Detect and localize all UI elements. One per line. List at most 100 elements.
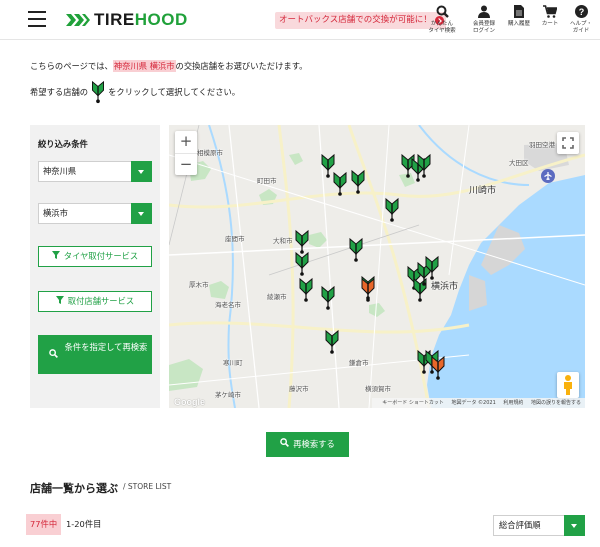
filter-search-button[interactable]: 条件を指定して再検索 <box>38 335 152 374</box>
site-header: TIREHOOD オートバックス店舗での交換が可能に！ かんたん タイヤ検索 会… <box>0 0 600 40</box>
google-logo: Google <box>174 397 205 407</box>
nav-tire-search[interactable]: かんたん タイヤ検索 <box>424 5 460 35</box>
chevron-down-icon[interactable] <box>564 515 585 536</box>
store-marker[interactable] <box>385 197 399 223</box>
nav-label: ログイン <box>472 28 495 34</box>
filter-search-label: 条件を指定して再検索 <box>64 342 148 352</box>
city-select[interactable]: 横浜市 <box>38 203 152 224</box>
map-data-label: 地図データ ©2021 <box>451 400 496 406</box>
intro-text: 希望する店舗の <box>30 87 89 97</box>
result-range: 1-20件目 <box>66 519 102 529</box>
search-icon <box>49 349 58 362</box>
nav-label: タイヤ検索 <box>428 28 456 34</box>
research-label: 再検索する <box>293 439 335 449</box>
nav-account[interactable]: 会員登録 ログイン <box>467 5 501 35</box>
keyboard-shortcuts-link[interactable]: キーボード ショートカット <box>382 400 444 406</box>
help-icon: ? <box>567 5 595 19</box>
map-label: 川崎市 <box>469 186 497 196</box>
nav-label: かんたん <box>430 21 453 27</box>
store-map[interactable]: 相模原市 町田市 座間市 大和市 厚木市 海老名市 綾瀬市 横浜市 川崎市 藤沢… <box>169 125 585 408</box>
zoom-out-button[interactable]: − <box>175 153 197 175</box>
store-marker[interactable] <box>417 153 431 179</box>
store-list-title: 店舗一覧から選ぶ <box>30 482 118 495</box>
report-error-link[interactable]: 地図の誤りを報告する <box>531 400 581 406</box>
store-marker[interactable] <box>325 329 339 355</box>
filter-icon <box>55 292 64 311</box>
intro-line-2: 希望する店舗の をクリックして選択してください。 <box>30 80 240 104</box>
map-label: 大田区 <box>509 159 529 167</box>
zoom-in-button[interactable]: + <box>175 131 197 153</box>
fullscreen-icon <box>562 137 574 149</box>
user-icon <box>467 5 501 19</box>
menu-icon[interactable] <box>28 11 46 27</box>
document-icon <box>505 5 533 19</box>
store-marker[interactable] <box>349 237 363 263</box>
map-label: 横須賀市 <box>365 385 391 393</box>
sort-value: 総合評価順 <box>499 520 541 530</box>
nav-label: カート <box>541 21 559 27</box>
intro-text: こちらのページでは、 <box>30 61 113 71</box>
sort-select[interactable]: 総合評価順 <box>493 515 585 536</box>
search-icon <box>424 5 460 19</box>
selected-area-highlight: 神奈川県 横浜市 <box>112 60 176 72</box>
city-value: 横浜市 <box>43 208 68 218</box>
nav-label: 会員登録 <box>472 21 495 27</box>
intro-text: の交換店舗をお選びいただけます。 <box>175 61 308 71</box>
chevron-down-icon[interactable] <box>131 203 152 224</box>
street-view-pegman-button[interactable] <box>557 372 579 398</box>
map-label: 羽田空港 <box>529 141 555 149</box>
map-label: 綾瀬市 <box>267 293 287 301</box>
nav-history[interactable]: 購入履歴 <box>505 5 533 28</box>
cart-icon <box>537 5 563 19</box>
nav-label: 購入履歴 <box>507 21 530 27</box>
map-label: 藤沢市 <box>289 385 309 393</box>
store-marker[interactable] <box>431 355 445 381</box>
prefecture-select[interactable]: 神奈川県 <box>38 161 152 182</box>
intro-text: をクリックして選択してください。 <box>108 87 241 97</box>
nav-label: ガイド <box>572 28 590 34</box>
store-list-subtitle: / STORE LIST <box>123 482 172 491</box>
airport-icon <box>541 169 555 185</box>
store-marker[interactable] <box>333 171 347 197</box>
filter-panel: 絞り込み条件 神奈川県 横浜市 タイヤ取付サービス 取付店舗サービス 条件を指定… <box>30 125 160 408</box>
map-label: 大和市 <box>273 237 293 245</box>
pegman-icon <box>564 375 572 395</box>
search-icon <box>280 432 290 457</box>
logo-text-hood: HOOD <box>134 10 188 29</box>
map-label: 海老名市 <box>215 301 241 309</box>
store-marker[interactable] <box>425 255 439 281</box>
store-marker-icon <box>91 80 105 104</box>
map-label: 相模原市 <box>197 149 223 157</box>
tire-install-service-filter-button[interactable]: タイヤ取付サービス <box>38 246 152 267</box>
install-store-service-filter-button[interactable]: 取付店舗サービス <box>38 291 152 312</box>
filter-icon <box>51 247 60 266</box>
fullscreen-button[interactable] <box>557 132 579 154</box>
map-label: 町田市 <box>257 177 277 185</box>
store-marker[interactable] <box>299 277 313 303</box>
map-label: 座間市 <box>225 235 245 243</box>
filter-label: 取付店舗サービス <box>67 296 135 306</box>
nav-cart[interactable]: カート <box>537 5 563 28</box>
svg-text:?: ? <box>578 7 584 17</box>
store-marker[interactable] <box>321 285 335 311</box>
terms-link[interactable]: 利用規約 <box>503 400 523 406</box>
promo-banner[interactable]: オートバックス店舗での交換が可能に！ <box>275 12 446 29</box>
store-marker[interactable] <box>351 169 365 195</box>
nav-label: ヘルプ・ <box>569 21 592 27</box>
map-label: 鎌倉市 <box>349 359 369 367</box>
promo-text: オートバックス店舗での交換が可能に！ <box>279 15 432 25</box>
logo-chevron-icon <box>66 14 90 26</box>
chevron-down-icon[interactable] <box>131 161 152 182</box>
filter-title: 絞り込み条件 <box>38 139 88 149</box>
result-count: 77件中 <box>26 514 62 535</box>
site-logo[interactable]: TIREHOOD <box>66 10 188 30</box>
nav-help[interactable]: ? ヘルプ・ ガイド <box>567 5 595 35</box>
filter-label: タイヤ取付サービス <box>63 251 139 261</box>
store-marker[interactable] <box>361 277 375 303</box>
map-label: 厚木市 <box>189 281 209 289</box>
map-label: 寒川町 <box>223 359 243 367</box>
map-attribution: Google キーボード ショートカット 地図データ ©2021 利用規約 地図… <box>169 397 585 408</box>
store-marker[interactable] <box>295 251 309 277</box>
zoom-control: + − <box>175 131 197 175</box>
research-button[interactable]: 再検索する <box>266 432 349 457</box>
